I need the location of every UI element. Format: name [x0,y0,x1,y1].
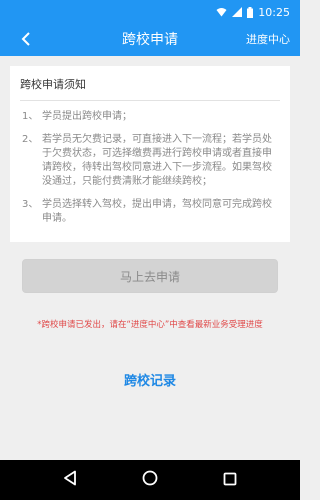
status-bar: 10:25 [0,0,300,24]
transfer-records-link[interactable]: 跨校记录 [0,370,300,389]
system-nav-bar [0,460,300,500]
app-bar: 跨校申请 进度中心 [0,24,300,56]
apply-now-button[interactable]: 马上去申请 [22,259,278,293]
nav-back-button[interactable] [60,470,80,490]
signal-icon [232,7,243,17]
status-time: 10:25 [258,5,290,19]
status-icons: 10:25 [216,6,290,19]
home-circle-icon [142,470,158,490]
list-item-text: 学员选择转入驾校，提出申请，驾校同意可完成跨校申请。 [42,199,272,224]
list-item-number: 3、 [22,199,39,210]
notice-list: 1、 学员提出跨校申请； 2、 若学员无欠费记录，可直接进入下一流程；若学员处于… [22,110,280,235]
back-triangle-icon [63,470,77,490]
notice-card: 跨校申请须知 1、 学员提出跨校申请； 2、 若学员无欠费记录，可直接进入下一流… [10,66,290,242]
notice-title: 跨校申请须知 [20,78,86,91]
nav-home-button[interactable] [140,470,160,490]
list-item-number: 1、 [22,111,39,122]
list-item: 1、 学员提出跨校申请； [22,110,280,124]
list-item-text: 学员提出跨校申请； [42,111,132,122]
progress-hint: *跨校申请已发出，请在“进度中心”中查看最新业务受理进度 [37,320,263,330]
divider [20,100,280,101]
list-item-number: 2、 [22,134,39,145]
list-item: 2、 若学员无欠费记录，可直接进入下一流程；若学员处于欠费状态，可选择缴费再进行… [22,133,280,189]
list-item-text: 若学员无欠费记录，可直接进入下一流程；若学员处于欠费状态，可选择缴费再进行跨校申… [42,134,272,187]
battery-icon [247,6,254,18]
progress-center-button[interactable]: 进度中心 [246,24,290,56]
wifi-icon [216,7,227,17]
list-item: 3、 学员选择转入驾校，提出申请，驾校同意可完成跨校申请。 [22,198,280,226]
nav-recents-button[interactable] [220,470,240,490]
recents-square-icon [223,471,237,490]
